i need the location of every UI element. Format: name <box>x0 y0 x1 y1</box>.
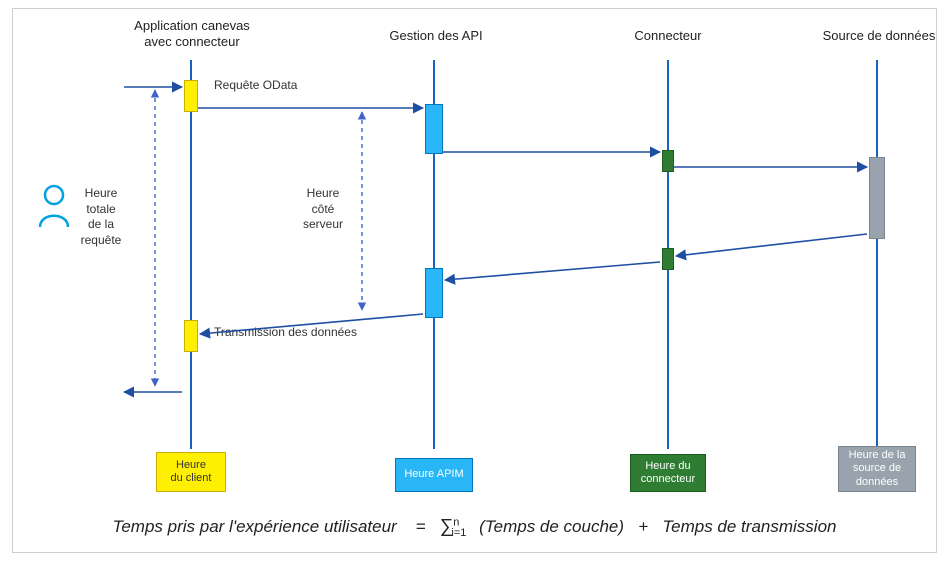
activation-connector-top <box>662 150 674 172</box>
user-icon <box>37 184 71 233</box>
formula-term2: Temps de transmission <box>662 517 836 536</box>
formula-eq: = <box>416 517 426 536</box>
foot-datasource: Heure de lasource dedonnées <box>838 446 916 492</box>
formula-term1: (Temps de couche) <box>479 517 624 536</box>
label-request: Requête OData <box>214 78 297 92</box>
lane-title-app: Application canevasavec connecteur <box>122 18 262 51</box>
foot-apim: Heure APIM <box>395 458 473 492</box>
activation-apim-top <box>425 104 443 154</box>
label-server-time: Heurecôtéserveur <box>296 186 350 233</box>
lane-title-apim: Gestion des API <box>376 28 496 44</box>
lifeline-app <box>190 60 192 449</box>
formula: Temps pris par l'expérience utilisateur … <box>0 516 949 539</box>
formula-lhs: Temps pris par l'expérience utilisateur <box>113 517 397 536</box>
label-total-time: Heuretotalede larequête <box>74 186 128 248</box>
lane-title-connector: Connecteur <box>608 28 728 44</box>
foot-connector: Heure duconnecteur <box>630 454 706 492</box>
activation-connector-bottom <box>662 248 674 270</box>
activation-apim-bottom <box>425 268 443 318</box>
diagram-frame <box>12 8 937 553</box>
formula-sum-lower: i=1 <box>451 527 466 539</box>
lifeline-datasource <box>876 60 878 449</box>
lane-title-datasource: Source de données <box>814 28 944 44</box>
label-response: Transmission des données <box>214 325 357 339</box>
foot-app: Heuredu client <box>156 452 226 492</box>
formula-plus: + <box>638 517 648 536</box>
activation-app-bottom <box>184 320 198 352</box>
activation-app-top <box>184 80 198 112</box>
activation-datasource <box>869 157 885 239</box>
